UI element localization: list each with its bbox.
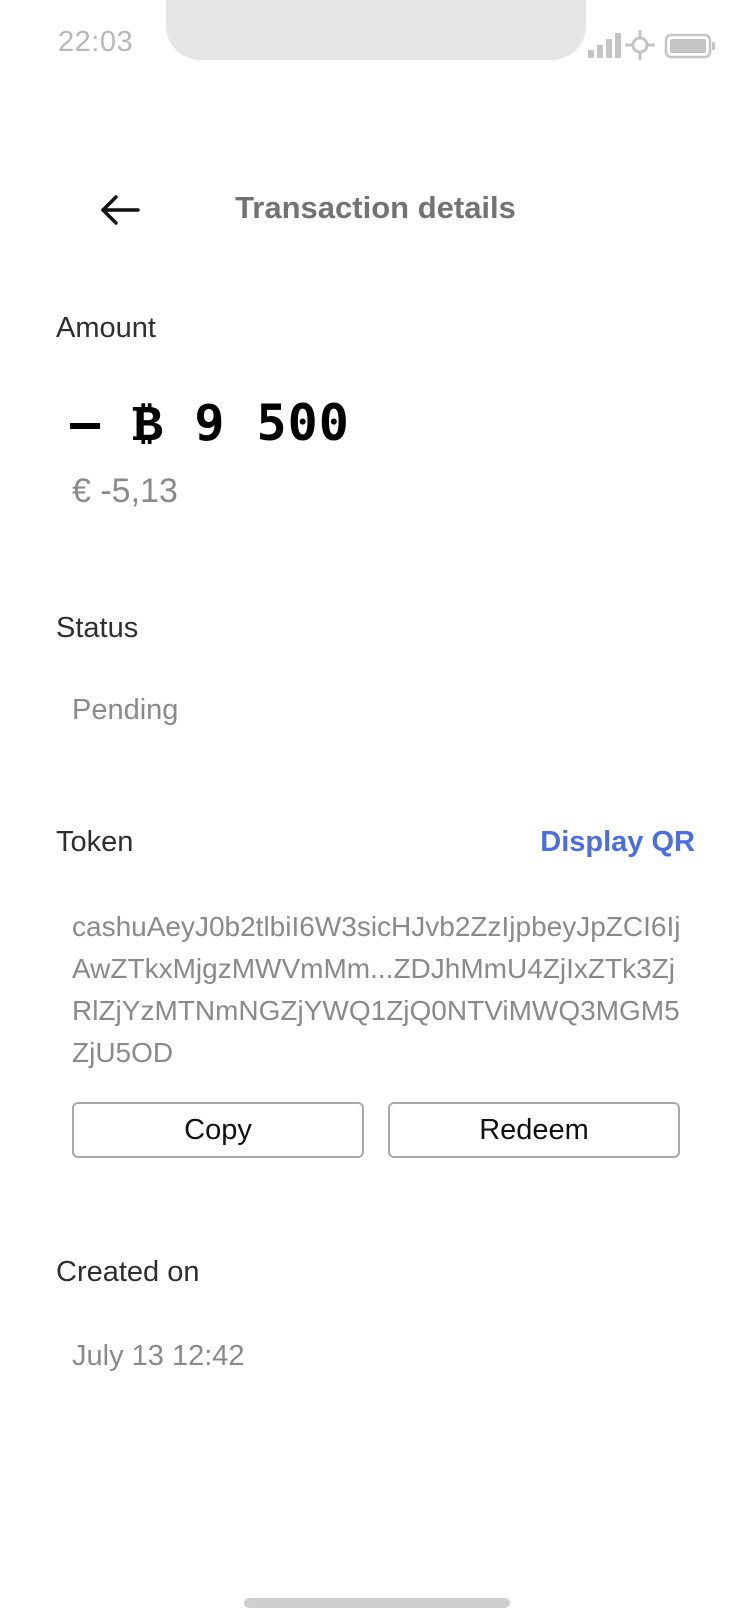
amount-label: Amount: [56, 312, 156, 344]
header: Transaction details: [0, 170, 751, 250]
redeem-button[interactable]: Redeem: [388, 1102, 680, 1158]
amount-value: – ₿ 9 500: [70, 394, 350, 452]
amount-fiat-value: € -5,13: [72, 472, 178, 510]
battery-icon: [664, 33, 715, 59]
device-notch: [166, 0, 586, 60]
token-value: cashuAeyJ0b2tlbiI6W3sicHJvb2ZzIjpbeyJpZC…: [72, 911, 681, 1068]
status-label: Status: [56, 612, 139, 644]
status-value: Pending: [72, 694, 179, 726]
token-label: Token: [56, 826, 134, 858]
status-icons: [588, 30, 723, 62]
network-icon: [625, 30, 655, 60]
cellular-signal-icon: [588, 33, 621, 58]
page-title: Transaction details: [235, 190, 516, 225]
created-on-value: July 13 12:42: [72, 1340, 245, 1372]
copy-button[interactable]: Copy: [72, 1102, 364, 1158]
display-qr-link[interactable]: Display QR: [540, 826, 695, 859]
status-bar: 22:03: [0, 0, 751, 90]
status-time: 22:03: [58, 26, 134, 58]
home-indicator[interactable]: [244, 1598, 510, 1608]
created-on-label: Created on: [56, 1256, 200, 1288]
